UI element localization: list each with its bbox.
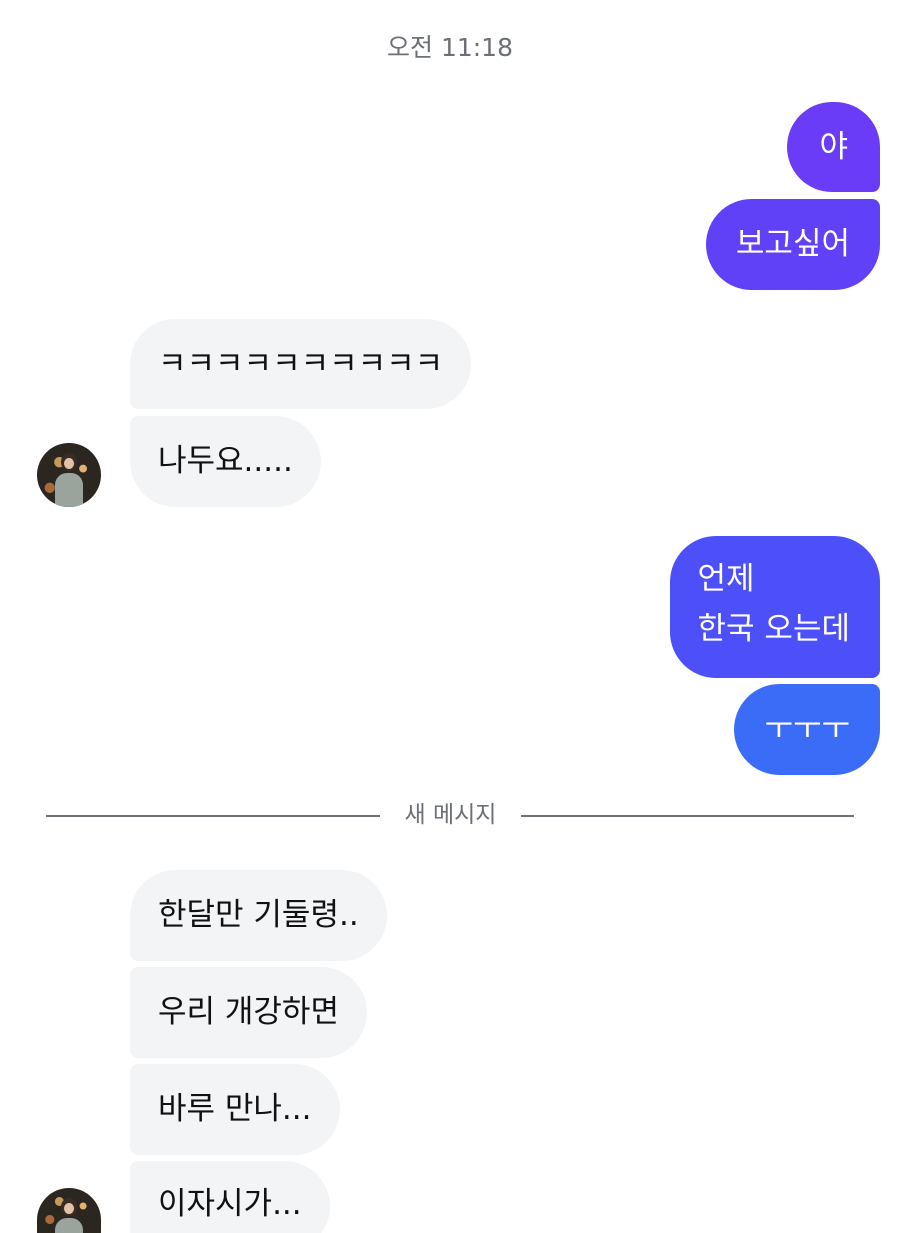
- message-text: 나두요.....: [158, 443, 293, 479]
- avatar-face: [64, 458, 74, 469]
- avatar-figure: [55, 473, 83, 507]
- incoming-message[interactable]: 우리 개강하면: [130, 967, 367, 1058]
- message-text: 보고싶어: [735, 226, 850, 262]
- message-text: ㅋㅋㅋㅋㅋㅋㅋㅋㅋㅋ: [158, 346, 444, 382]
- outgoing-message[interactable]: 언제 한국 오는데: [669, 536, 880, 678]
- message-timestamp: 오전 11:18: [387, 33, 513, 62]
- message-text: 이자시가...: [158, 1186, 302, 1222]
- incoming-message[interactable]: 바루 만나...: [130, 1064, 340, 1155]
- message-text: 야: [819, 129, 848, 165]
- divider-line: [521, 815, 854, 817]
- contact-avatar[interactable]: [37, 1188, 101, 1233]
- contact-avatar[interactable]: [37, 443, 101, 507]
- incoming-message[interactable]: 이자시가...: [130, 1161, 330, 1233]
- avatar-face: [64, 1203, 74, 1214]
- outgoing-message[interactable]: 야: [787, 102, 880, 192]
- chat-thread: 오전 11:18 야 보고싶어 ㅋㅋㅋㅋㅋㅋㅋㅋㅋㅋ 나두요..... 언제 한…: [0, 0, 900, 1233]
- outgoing-message[interactable]: ㅜㅜㅜ: [734, 684, 880, 775]
- message-text: 바루 만나...: [158, 1091, 312, 1127]
- incoming-message[interactable]: ㅋㅋㅋㅋㅋㅋㅋㅋㅋㅋ: [130, 319, 472, 409]
- incoming-message[interactable]: 나두요.....: [130, 416, 321, 507]
- outgoing-message[interactable]: 보고싶어: [705, 199, 880, 290]
- divider-label: 새 메시지: [404, 802, 497, 828]
- message-text: 한달만 기둘령..: [158, 897, 359, 933]
- new-messages-divider: 새 메시지: [46, 797, 854, 833]
- message-text-line: 한국 오는데: [697, 611, 850, 647]
- incoming-message[interactable]: 한달만 기둘령..: [130, 870, 387, 961]
- message-text: ㅜㅜㅜ: [764, 711, 850, 747]
- message-text-line: 언제: [697, 561, 755, 597]
- message-text: 우리 개강하면: [158, 994, 339, 1030]
- avatar-figure: [55, 1218, 83, 1233]
- divider-line: [46, 815, 380, 817]
